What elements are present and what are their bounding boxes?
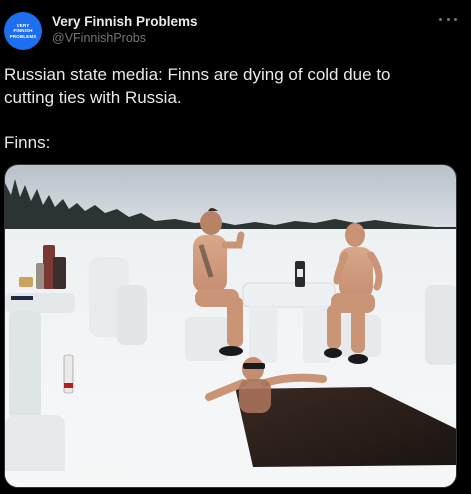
photo-image: [5, 165, 456, 487]
tweet-text: Russian state media: Finns are dying of …: [4, 64, 459, 154]
tweet-author: Very Finnish Problems @VFinnishProbs: [52, 14, 198, 46]
snow-foreground: [5, 471, 456, 487]
tweet[interactable]: VERY FINNISH PROBLEMS Very Finnish Probl…: [0, 0, 471, 494]
tweet-text-spacer: [4, 109, 459, 132]
tweet-text-line-2: cutting ties with Russia.: [4, 87, 182, 107]
tweet-media-photo[interactable]: [4, 164, 457, 488]
tweet-text-line-1: Russian state media: Finns are dying of …: [4, 65, 391, 84]
author-handle[interactable]: @VFinnishProbs: [52, 30, 198, 46]
avatar[interactable]: VERY FINNISH PROBLEMS: [4, 12, 42, 50]
tweet-text-line-4: Finns:: [4, 132, 51, 152]
avatar-text-line-3: PROBLEMS: [9, 33, 37, 39]
snow-block-right: [425, 285, 456, 365]
author-display-name[interactable]: Very Finnish Problems: [52, 14, 198, 30]
more-horizontal-icon[interactable]: [439, 12, 457, 26]
